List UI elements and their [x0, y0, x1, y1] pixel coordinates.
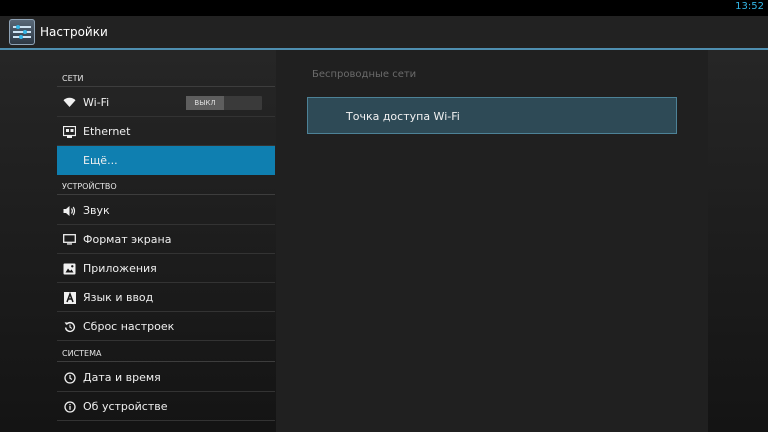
clock-icon: [63, 371, 76, 384]
sidebar-item-label: Приложения: [83, 262, 157, 275]
sidebar-item-label: Об устройстве: [83, 400, 168, 413]
page-title: Настройки: [40, 25, 108, 39]
section-header-system: СИСТЕМА: [57, 342, 275, 362]
sidebar-item-apps[interactable]: Приложения: [57, 254, 275, 283]
sidebar-item-label: Wi-Fi: [83, 96, 110, 109]
settings-sidebar: СЕТИ Wi-Fi ВЫКЛ Ethernet Ещё... УСТРОЙСТ…: [57, 50, 275, 432]
wifi-icon: [63, 96, 76, 109]
sidebar-item-about-device[interactable]: Об устройстве: [57, 392, 275, 421]
apps-icon: [63, 262, 76, 275]
sidebar-item-label: Ethernet: [83, 125, 131, 138]
section-header-device: УСТРОЙСТВО: [57, 175, 275, 195]
section-header-networks: СЕТИ: [57, 67, 275, 87]
sidebar-item-label: Звук: [83, 204, 110, 217]
keyboard-icon: [63, 291, 76, 304]
sidebar-item-wifi[interactable]: Wi-Fi ВЫКЛ: [57, 88, 275, 117]
sidebar-item-label: Ещё...: [83, 154, 118, 167]
wifi-toggle-state: ВЫКЛ: [186, 96, 224, 110]
action-bar: Настройки: [0, 16, 768, 50]
wifi-hotspot-item[interactable]: Точка доступа Wi-Fi: [307, 97, 677, 134]
sidebar-item-language-input[interactable]: Язык и ввод: [57, 283, 275, 312]
ethernet-icon: [63, 125, 76, 138]
sidebar-item-screen-format[interactable]: Формат экрана: [57, 225, 275, 254]
reset-icon: [63, 320, 76, 333]
sidebar-item-label: Сброс настроек: [83, 320, 175, 333]
monitor-icon: [63, 233, 76, 246]
sidebar-item-factory-reset[interactable]: Сброс настроек: [57, 312, 275, 341]
wireless-networks-header: Беспроводные сети: [312, 69, 417, 80]
wifi-toggle[interactable]: ВЫКЛ: [186, 96, 262, 110]
wifi-hotspot-label: Точка доступа Wi-Fi: [346, 110, 460, 123]
sidebar-item-more[interactable]: Ещё...: [57, 146, 275, 175]
sidebar-item-date-time[interactable]: Дата и время: [57, 363, 275, 392]
sidebar-item-sound[interactable]: Звук: [57, 196, 275, 225]
sidebar-item-label: Формат экрана: [83, 233, 172, 246]
status-bar: 13:52: [0, 0, 768, 16]
sidebar-item-ethernet[interactable]: Ethernet: [57, 117, 275, 146]
speaker-icon: [63, 204, 76, 217]
detail-panel: Беспроводные сети Точка доступа Wi-Fi: [276, 50, 708, 432]
sidebar-item-label: Дата и время: [83, 371, 161, 384]
info-icon: [63, 400, 76, 413]
status-clock: 13:52: [735, 1, 764, 12]
settings-app-icon[interactable]: [9, 19, 35, 45]
sidebar-item-label: Язык и ввод: [83, 291, 154, 304]
